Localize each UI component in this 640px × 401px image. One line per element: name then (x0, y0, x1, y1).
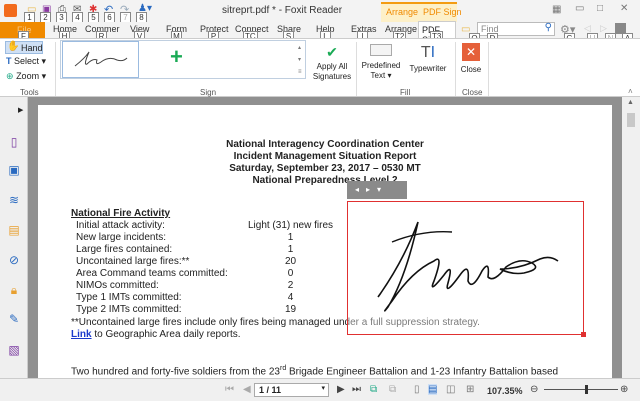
group-label-close: Close (462, 88, 483, 97)
previous-view-icon[interactable]: ⧉ (370, 384, 377, 395)
zoom-level[interactable]: 107.35% (487, 386, 523, 396)
prev-page-button[interactable]: ◀ (243, 384, 251, 395)
certificate-icon[interactable]: ▧ (7, 343, 21, 357)
hand-icon: ✋ (7, 41, 20, 52)
next-icon[interactable]: ▸ (366, 185, 377, 194)
activity-value: 19 (284, 304, 297, 315)
activity-value: 2 (287, 280, 294, 291)
signature-image (377, 221, 559, 312)
predefined-text-button[interactable]: Predefined Text ▾ (358, 42, 404, 81)
collapse-ribbon-icon[interactable]: ˄ (628, 87, 633, 96)
activity-value: 1 (287, 232, 294, 243)
geographic-link[interactable]: Link (71, 329, 92, 340)
last-page-button[interactable]: ⏭ (352, 384, 361, 395)
close-sign-button[interactable]: ✕ Close (458, 43, 484, 74)
minimize-button[interactable]: ▭ (575, 3, 584, 14)
group-label-tools: Tools (20, 88, 39, 97)
continuous-facing-icon[interactable]: ⊞ (466, 384, 474, 395)
scroll-up-icon[interactable]: ▲ (627, 99, 634, 106)
predefined-text-icon (370, 44, 392, 56)
ribbon-divider (356, 42, 357, 96)
report-title-1: National Interagency Coordination Center (226, 139, 424, 150)
single-page-icon[interactable]: ▯ (414, 384, 420, 395)
apply-all-signatures-button[interactable]: ✔ Apply All Signatures (310, 42, 354, 82)
report-title-2: Incident Management Situation Report (233, 151, 417, 162)
comments-icon[interactable]: ▤ (7, 223, 21, 237)
typewriter-button[interactable]: TI Typewriter (406, 42, 450, 74)
maximize-button[interactable]: □ (597, 3, 603, 14)
first-page-button[interactable]: ⏮ (225, 384, 234, 395)
menu-icon[interactable]: ▾ (377, 185, 388, 194)
foxit-logo (4, 4, 17, 17)
close-window-button[interactable]: ✕ (620, 3, 628, 14)
ribbon-divider (55, 42, 56, 96)
page-number-input[interactable]: 1 / 11 ▾ (254, 383, 329, 397)
next-view-icon[interactable]: ⧉ (389, 384, 396, 395)
dropdown-arrow-icon: ▾ (387, 71, 392, 80)
zoom-slider-thumb[interactable] (584, 385, 588, 394)
group-label-fill: Fill (400, 88, 411, 97)
lock-icon[interactable]: 🔒︎ (7, 283, 21, 297)
layers-icon[interactable]: ≋ (7, 193, 21, 207)
activity-label: Type 1 IMTs committed: (76, 292, 182, 303)
activity-label: Area Command teams committed: (76, 268, 228, 279)
activity-label: Initial attack activity: (76, 220, 165, 231)
select-icon: T (6, 56, 12, 66)
zoom-tool-button[interactable]: ⊕ Zoom ▾ (6, 71, 46, 82)
vertical-scrollbar[interactable]: ▲ (622, 97, 640, 378)
report-title-3: Saturday, September 23, 2017 – 0530 MT (229, 163, 421, 174)
activity-value: 20 (284, 256, 297, 267)
hand-tool-button[interactable]: ✋ Hand (5, 41, 43, 54)
zoom-in-button[interactable]: ⊕ (620, 384, 628, 395)
gallery-scroll[interactable]: ▴ ▾ ≡ (298, 42, 302, 78)
activity-value: 0 (287, 268, 294, 279)
tile-icon[interactable]: ▦ (552, 4, 561, 15)
dropdown-arrow-icon[interactable]: ▾ (321, 384, 325, 392)
activity-label: NIMOs committed: (76, 280, 159, 291)
section-heading: National Fire Activity (71, 208, 171, 219)
activity-label: Type 2 IMTs committed: (76, 304, 182, 315)
paragraph: Two hundred and forty-five soldiers from… (71, 365, 559, 378)
add-signature-button[interactable]: + (170, 44, 183, 70)
ribbon-divider (455, 42, 456, 96)
activity-label: Uncontained large fires:** (76, 256, 190, 267)
signature-thumb-image (74, 51, 128, 67)
close-icon: ✕ (462, 43, 480, 61)
signature-toolbar: ◂▸▾ (347, 181, 407, 199)
continuous-page-icon[interactable]: ▤ (428, 384, 438, 395)
activity-value: 1 (287, 244, 294, 255)
prev-icon[interactable]: ◂ (355, 185, 366, 194)
typewriter-icon: TI (420, 44, 436, 61)
group-label-sign: Sign (200, 88, 217, 97)
scroll-thumb[interactable] (627, 113, 635, 127)
pages-icon[interactable]: ▣ (7, 163, 21, 177)
activity-label: New large incidents: (76, 232, 167, 243)
attachment-icon[interactable]: ⊘ (7, 253, 21, 267)
report-title-4: National Preparedness Level 2 (252, 175, 398, 186)
window-title: sitreprt.pdf * - Foxit Reader (222, 5, 343, 16)
zoom-slider[interactable] (544, 389, 618, 390)
activity-value: Light (31) new fires (247, 220, 334, 231)
next-page-button[interactable]: ▶ (337, 384, 345, 395)
bookmark-icon[interactable]: ▯ (7, 135, 21, 149)
apply-all-icon: ✔ (326, 44, 338, 60)
ribbon-divider (488, 42, 489, 96)
navigation-sidebar: ▶ ▯ ▣ ≋ ▤ ⊘ 🔒︎ ✎ ▧ (0, 97, 28, 378)
facing-page-icon[interactable]: ◫ (446, 384, 455, 395)
signature-thumbnail[interactable] (62, 41, 139, 78)
select-tool-button[interactable]: T Select ▾ (6, 56, 46, 67)
signature-box[interactable] (347, 201, 586, 337)
zoom-icon: ⊕ (6, 71, 14, 81)
search-icon[interactable]: ⚲ (545, 22, 552, 33)
signature-panel-icon[interactable]: ✎ (7, 312, 21, 326)
activity-label: Large fires contained: (76, 244, 173, 255)
activity-value: 4 (287, 292, 294, 303)
resize-handle[interactable] (581, 332, 586, 337)
dropdown-arrow-icon: ▾ (41, 71, 47, 81)
context-tab-group: Arrange PDF Sign (381, 2, 462, 22)
expand-panel-icon[interactable]: ▶ (18, 106, 23, 114)
dropdown-arrow-icon: ▾ (41, 56, 47, 66)
zoom-out-button[interactable]: ⊖ (530, 384, 538, 395)
link-line: Link to Geographic Area daily reports. (71, 329, 241, 340)
